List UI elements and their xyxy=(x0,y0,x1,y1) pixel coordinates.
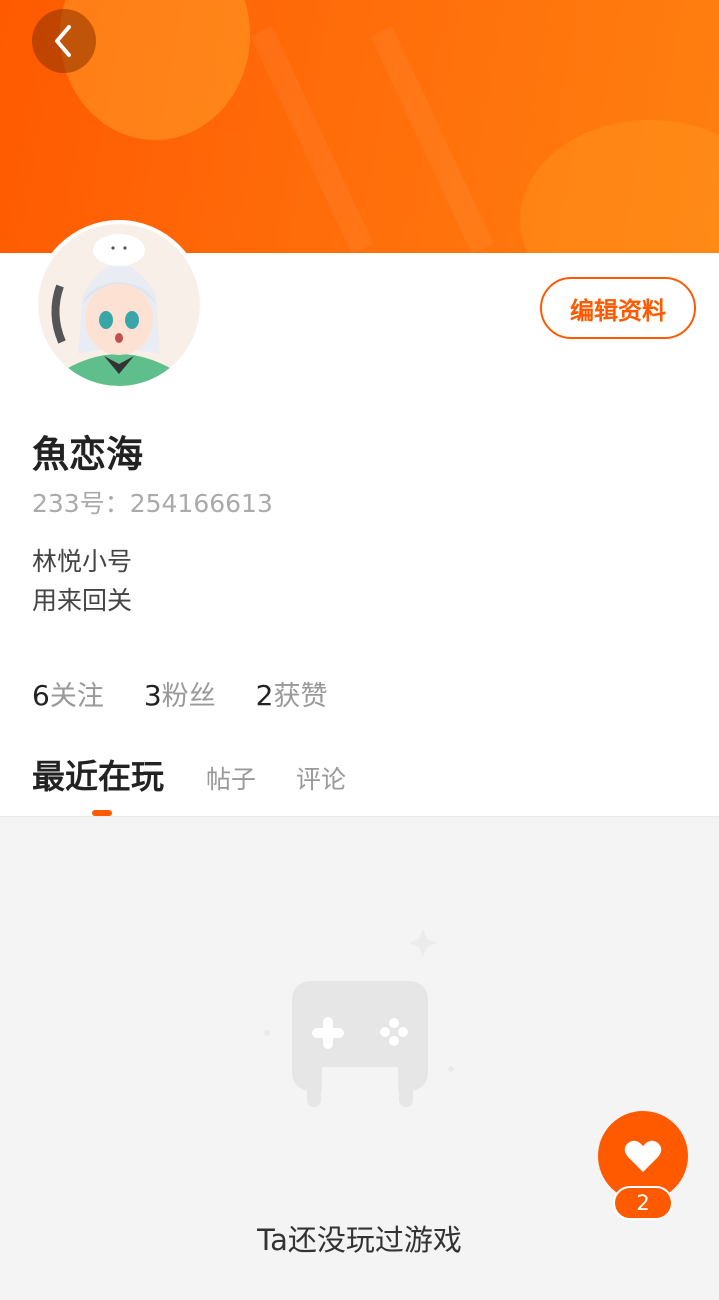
avatar[interactable] xyxy=(34,220,204,390)
stat-likes[interactable]: 2 获赞 xyxy=(256,674,328,713)
empty-state-message: Ta还没玩过游戏 xyxy=(257,1223,462,1257)
avatar-image xyxy=(38,224,200,386)
back-button[interactable] xyxy=(32,9,96,73)
bio-line: 用来回关 xyxy=(32,586,133,615)
stat-fans[interactable]: 3 粉丝 xyxy=(144,674,216,713)
nickname: 魚恋海 xyxy=(32,433,143,476)
stat-count: 3 xyxy=(143,679,162,712)
tab-posts[interactable]: 帖子 xyxy=(206,760,256,796)
bio-line: 林悦小号 xyxy=(32,547,133,576)
stat-label: 关注 xyxy=(49,681,104,712)
tab-comments[interactable]: 评论 xyxy=(296,760,346,796)
stat-following[interactable]: 6 关注 xyxy=(32,674,104,713)
tab-content: Ta还没玩过游戏 xyxy=(0,816,719,1300)
stat-label: 获赞 xyxy=(273,681,328,712)
profile-tabs: 最近在玩 帖子 评论 xyxy=(32,750,386,798)
chevron-left-icon xyxy=(55,25,71,57)
stat-count: 2 xyxy=(255,679,274,712)
gamepad-icon xyxy=(264,929,454,1107)
user-id: 233号：254166613 xyxy=(32,489,273,518)
edit-profile-button[interactable]: 编辑资料 xyxy=(540,277,696,339)
tab-recently-played[interactable]: 最近在玩 xyxy=(32,750,164,798)
heart-icon xyxy=(624,1140,662,1172)
banner-decoration xyxy=(370,26,494,253)
stat-count: 6 xyxy=(32,679,50,712)
like-count-badge: 2 xyxy=(613,1186,673,1220)
stats-row: 6 关注 3 粉丝 2 获赞 xyxy=(32,674,367,713)
banner-decoration xyxy=(520,120,719,253)
profile-banner xyxy=(0,0,719,253)
stat-label: 粉丝 xyxy=(161,681,216,712)
banner-decoration xyxy=(250,26,374,253)
